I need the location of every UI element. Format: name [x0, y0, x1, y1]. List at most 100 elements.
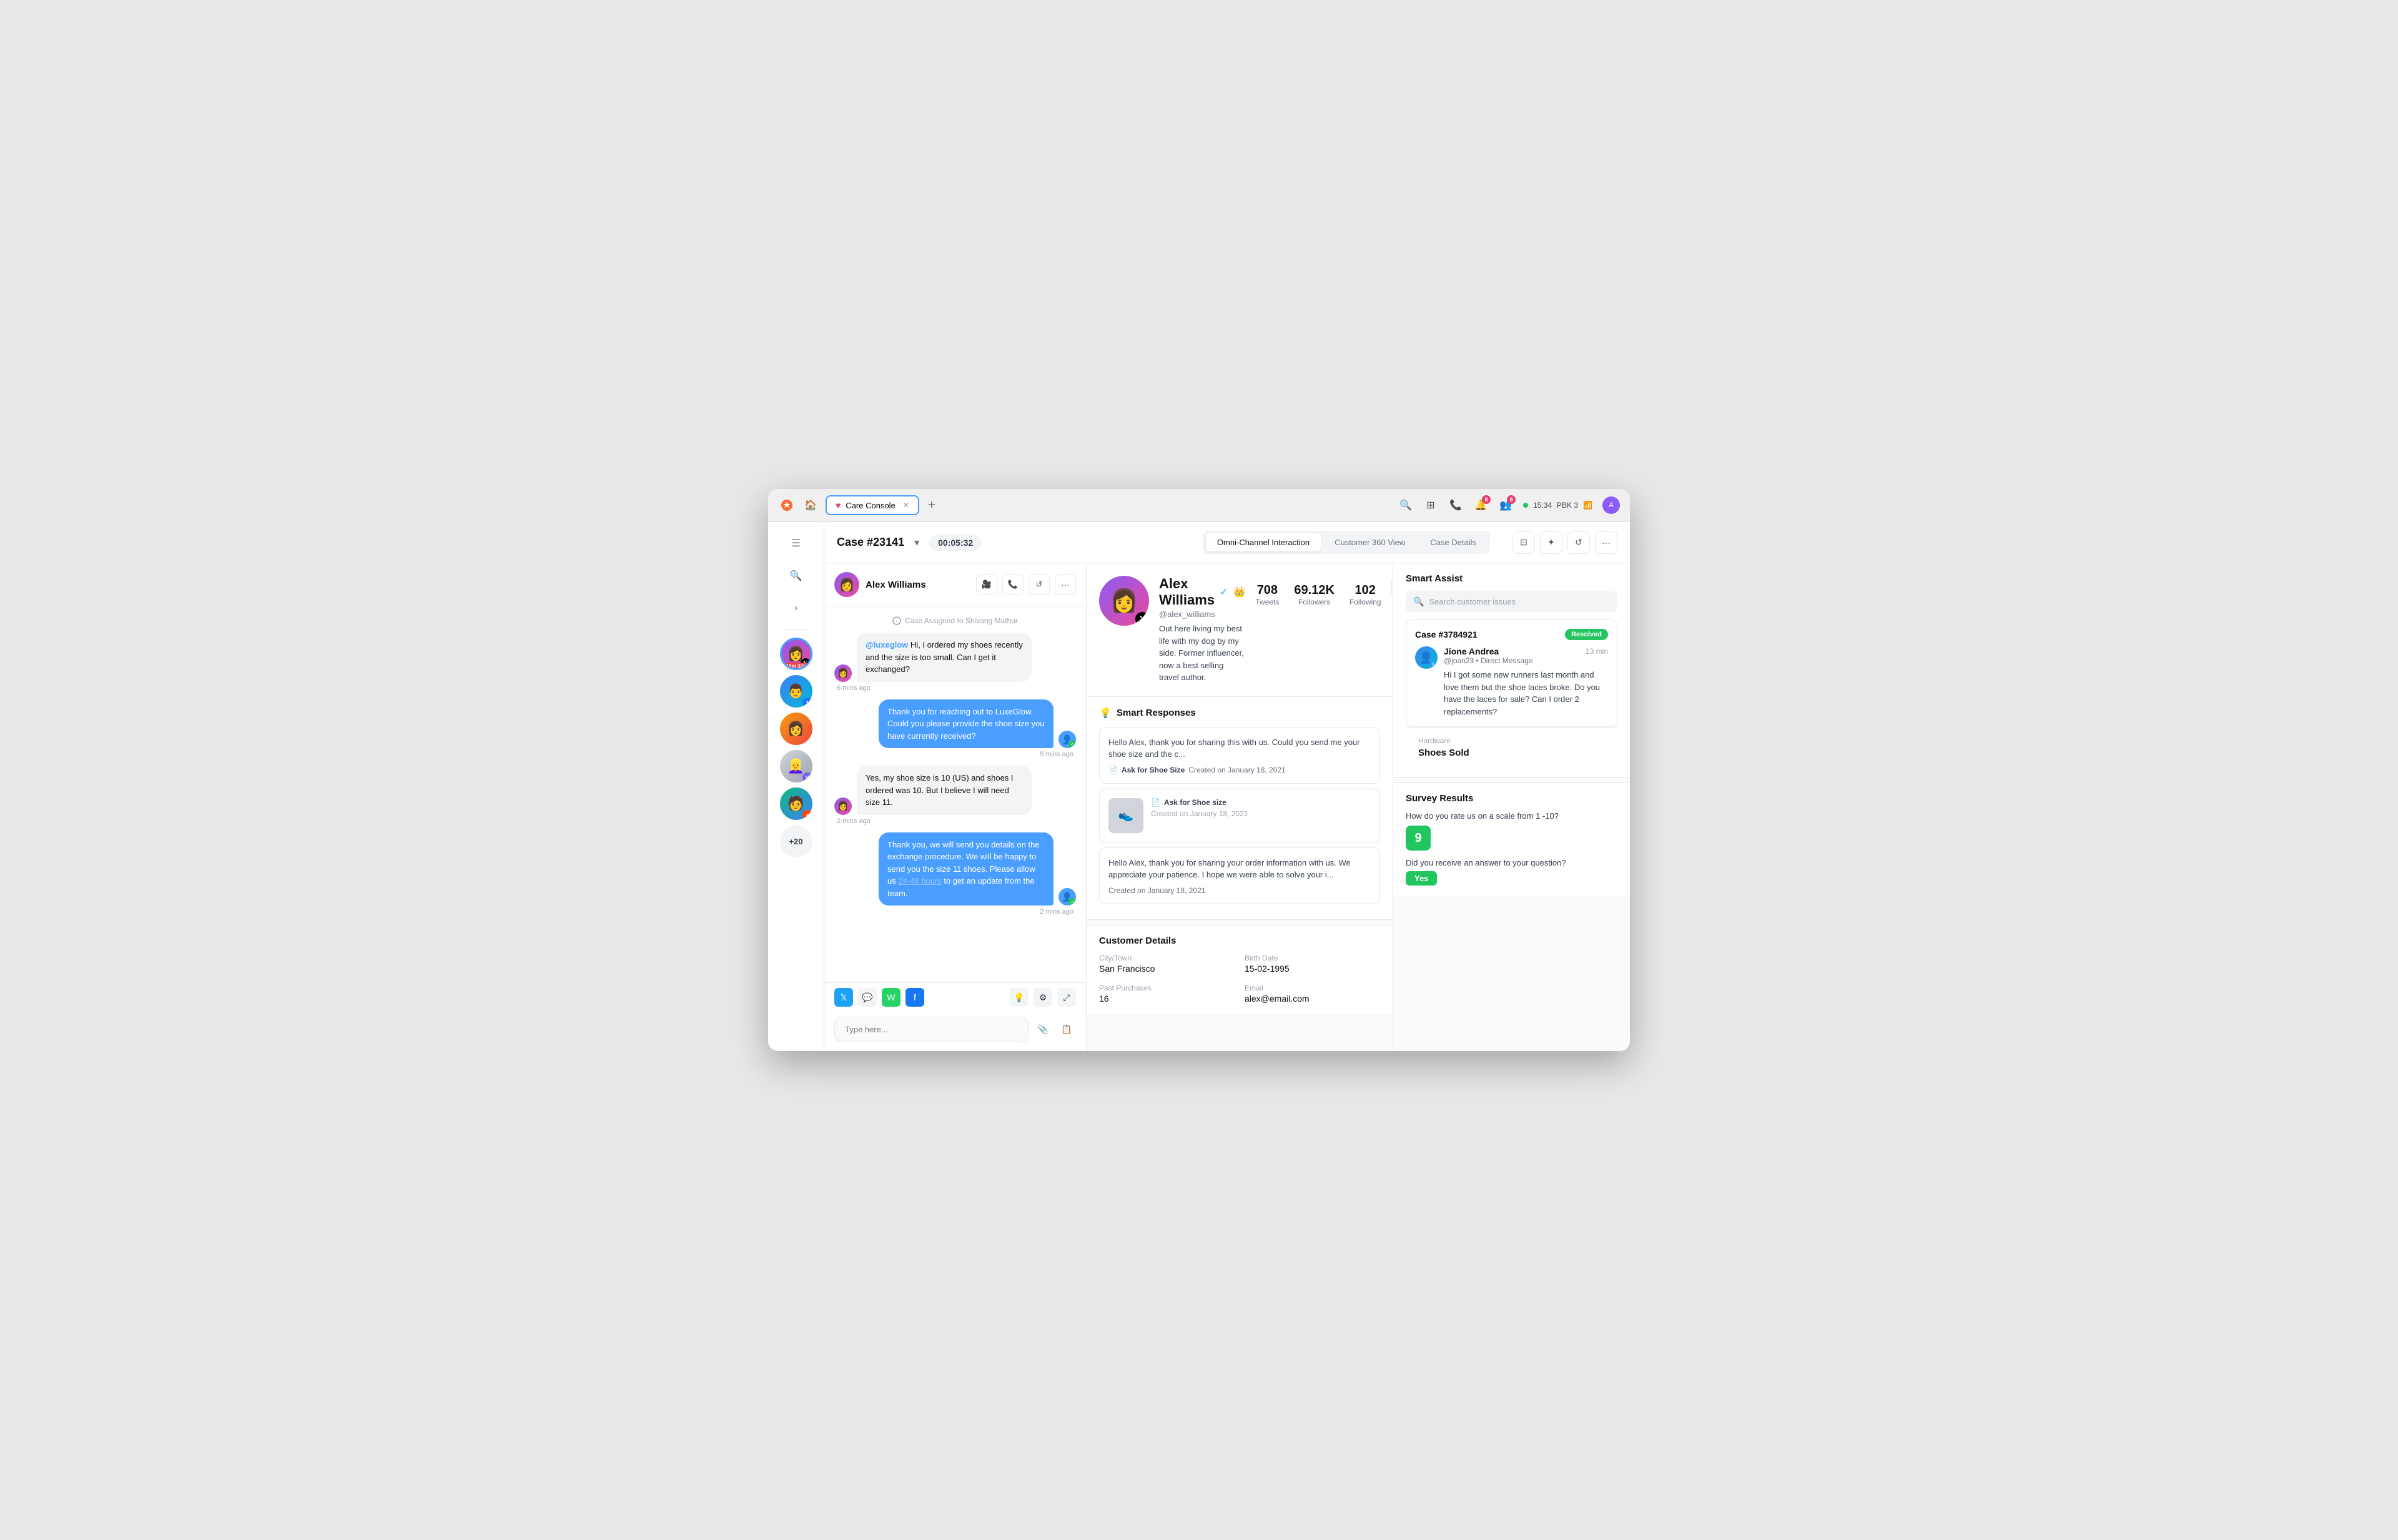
smart-responses-section: 💡 Smart Responses Hello Alex, thank you … — [1087, 697, 1393, 920]
message-group-3: 👩 Yes, my shoe size is 10 (US) and shoes… — [834, 766, 1076, 825]
template-button[interactable]: 📋 — [1057, 1020, 1076, 1039]
verified-icon: ✓ — [1220, 586, 1228, 598]
case-person-info: Jione Andrea 13 min @joan23 • Direct Mes… — [1444, 646, 1608, 718]
response-card-1[interactable]: Hello Alex, thank you for sharing this w… — [1099, 727, 1380, 784]
active-tab[interactable]: ♥ Care Console ✕ — [826, 495, 919, 515]
tab-omni-channel[interactable]: Omni-Channel Interaction — [1206, 533, 1321, 551]
response-card-3[interactable]: Hello Alex, thank you for sharing your o… — [1099, 847, 1380, 904]
case-person-header: Jione Andrea 13 min — [1444, 646, 1608, 656]
followers-label: Followers — [1294, 598, 1335, 606]
hamburger-menu-button[interactable]: ☰ — [782, 530, 810, 557]
app-window: 🏠 ♥ Care Console ✕ + 🔍 ⊞ 📞 🔔 8 👥 8 — [768, 489, 1630, 1051]
expand-button[interactable]: ⤢ — [1057, 988, 1076, 1007]
agent-avatar-4[interactable]: 👱‍♀️ V — [780, 750, 812, 782]
sidebar-search-button[interactable]: 🔍 — [782, 562, 810, 590]
status-time: 15:34 — [1533, 501, 1552, 510]
suggestions-button[interactable]: 💡 — [1010, 988, 1029, 1007]
case-tab-nav: Omni-Channel Interaction Customer 360 Vi… — [1203, 531, 1490, 554]
tab-close-icon[interactable]: ✕ — [903, 501, 909, 510]
more-options-button[interactable]: ··· — [1595, 531, 1617, 554]
case-dropdown-button[interactable]: ▾ — [914, 536, 919, 549]
toolbar-right-actions: 💡 ⚙ ⤢ — [1010, 988, 1076, 1007]
facebook-channel-button[interactable]: f — [905, 988, 924, 1007]
notification-icon[interactable]: 🔔 8 — [1473, 498, 1488, 513]
customer-360-panel: 👩 𝕏 Alex Williams ✓ 👑 @alex_williams Out… — [1087, 563, 1393, 1051]
message-bubble-2: Thank you for reaching out to LuxeGlow. … — [879, 699, 1053, 749]
msg-time-3: 2 mins ago — [834, 817, 1076, 825]
attachment-button[interactable]: 📎 — [1034, 1020, 1052, 1039]
response-image: 👟 — [1108, 798, 1143, 833]
msg-avatar-2: 👩 — [834, 797, 852, 815]
search-browser-icon[interactable]: 🔍 — [1398, 498, 1413, 513]
crown-icon: 👑 — [1233, 586, 1245, 598]
birthdate-value: 15-02-1995 — [1245, 964, 1380, 974]
survey-answer-badge: Yes — [1406, 871, 1437, 886]
case-timer: 00:05:32 — [929, 535, 982, 551]
purchases-label: Past Purchases — [1099, 984, 1235, 992]
message-bubble-3: Yes, my shoe size is 10 (US) and shoes I… — [857, 766, 1032, 815]
case-time: 13 min — [1586, 647, 1608, 656]
smart-assist-search-input[interactable] — [1429, 597, 1610, 606]
header-actions: ⊡ ✦ ↺ ··· — [1512, 531, 1617, 554]
customer-details-section: Customer Details City/Town San Francisco… — [1087, 925, 1393, 1014]
twitter-channel-button[interactable]: 𝕏 — [834, 988, 853, 1007]
team-icon[interactable]: 👥 8 — [1498, 498, 1513, 513]
hardware-shoes-section: Hardware Shoes Sold — [1406, 727, 1617, 767]
following-label: Following — [1349, 598, 1381, 606]
sidebar-expand-button[interactable]: › — [782, 595, 810, 622]
grid-icon[interactable]: ⊞ — [1423, 498, 1438, 513]
profile-name-row: Alex Williams ✓ 👑 — [1159, 576, 1245, 608]
message-group-2: 👤 ✓ Thank you for reaching out to LuxeGl… — [834, 699, 1076, 759]
email-detail: Email alex@email.com — [1245, 984, 1380, 1004]
purchases-detail: Past Purchases 16 — [1099, 984, 1235, 1004]
survey-title: Survey Results — [1406, 793, 1617, 804]
msg-mention: @luxeglow — [866, 640, 908, 649]
home-button[interactable]: 🏠 — [803, 498, 818, 513]
split-view-button[interactable]: ⊡ — [1512, 531, 1535, 554]
more-agents-button[interactable]: +20 — [780, 825, 812, 857]
user-avatar[interactable]: A — [1602, 496, 1620, 514]
response-card-2[interactable]: 👟 📄 Ask for Shoe size Created on January… — [1099, 789, 1380, 842]
whatsapp-channel-button[interactable]: W — [882, 988, 900, 1007]
refresh-button[interactable]: ↺ — [1567, 531, 1590, 554]
profile-bio: Out here living my best life with my dog… — [1159, 623, 1245, 684]
profile-info: Alex Williams ✓ 👑 @alex_williams Out her… — [1159, 576, 1245, 684]
msg-link[interactable]: 24-48 hours — [898, 876, 941, 886]
new-tab-button[interactable]: + — [924, 498, 939, 513]
smart-responses-title: 💡 Smart Responses — [1099, 707, 1380, 719]
video-call-button[interactable]: 🎥 — [976, 574, 997, 595]
team-badge: 8 — [1507, 495, 1516, 504]
system-msg-icon: i — [892, 616, 901, 625]
case-header: Case #23141 ▾ 00:05:32 Omni-Channel Inte… — [824, 522, 1630, 563]
voice-call-button[interactable]: 📞 — [1002, 574, 1024, 595]
message-bubble-1: @luxeglow Hi, I ordered my shoes recentl… — [857, 633, 1032, 682]
message-row-2: 👤 ✓ Thank you for reaching out to LuxeGl… — [834, 699, 1076, 749]
smart-assist-title: Smart Assist — [1406, 573, 1617, 584]
chat-channel-button[interactable]: 💬 — [858, 988, 877, 1007]
case-platform-dot: 𝕏 — [1429, 660, 1438, 669]
agent-avatar-3[interactable]: 👩 — [780, 713, 812, 745]
case-card-header: Case #3784921 Resolved — [1415, 629, 1608, 640]
agent-avatar-5[interactable]: 🧑 r — [780, 787, 812, 820]
magic-wand-button[interactable]: ✦ — [1540, 531, 1562, 554]
tab-bar: ♥ Care Console ✕ + — [826, 495, 1391, 515]
agent-avatar-active[interactable]: 👩 𝕏 10m 32s — [780, 638, 812, 670]
refresh-chat-button[interactable]: ↺ — [1029, 574, 1050, 595]
tools-button[interactable]: ⚙ — [1034, 988, 1052, 1007]
agent-avatar-2[interactable]: 👨 f — [780, 675, 812, 708]
tab-customer-360[interactable]: Customer 360 View — [1323, 533, 1416, 551]
phone-icon[interactable]: 📞 — [1448, 498, 1463, 513]
chat-more-button[interactable]: ··· — [1055, 574, 1076, 595]
tab-case-details[interactable]: Case Details — [1419, 533, 1488, 551]
chat-input[interactable] — [834, 1017, 1029, 1042]
smart-assist-panel: Smart Assist 🔍 Case #3784921 Resolved — [1393, 563, 1630, 1051]
content-area: Case #23141 ▾ 00:05:32 Omni-Channel Inte… — [824, 522, 1630, 1051]
response-meta-2: 📄 Ask for Shoe size — [1151, 798, 1371, 807]
response-text-1: Hello Alex, thank you for sharing this w… — [1108, 736, 1371, 761]
message-group-1: 👩 @luxeglow Hi, I ordered my shoes recen… — [834, 633, 1076, 692]
response-title-2: Ask for Shoe size — [1164, 798, 1226, 807]
search-icon: 🔍 — [1413, 596, 1424, 607]
tweets-count: 708 — [1255, 583, 1279, 598]
msg-time-1: 6 mins ago — [834, 684, 1076, 692]
system-message: i Case Assigned to Shivang Mathur — [834, 616, 1076, 625]
